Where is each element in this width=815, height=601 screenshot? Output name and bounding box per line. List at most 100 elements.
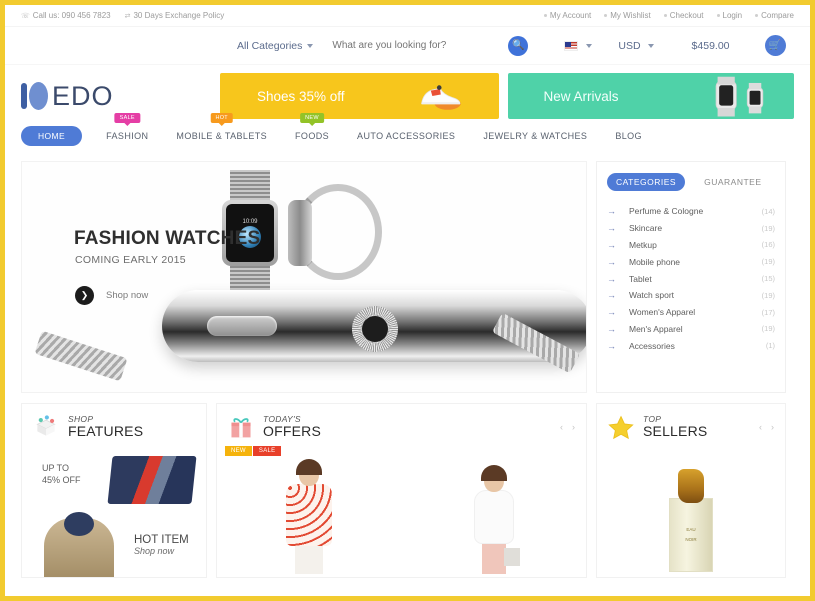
hero-cta-label: Shop now [106, 290, 149, 301]
phone-icon: ☏ [21, 12, 30, 20]
panel-title: OFFERS [263, 423, 321, 440]
nav-item-auto-accessories[interactable]: AUTO ACCESSORIES [357, 125, 455, 147]
category-count: (19) [761, 223, 775, 233]
tag-sale: SALE [252, 446, 282, 456]
category-item-womens-apparel[interactable]: → Women's Apparel (17) [607, 304, 775, 321]
folded-shirts-image [107, 456, 197, 504]
category-count: (17) [761, 307, 775, 317]
arrow-right-icon: → [607, 307, 616, 318]
category-count: (15) [761, 274, 775, 284]
page-root: ☏ Call us: 090 456 7823 ⇄ 30 Days Exchan… [5, 5, 810, 596]
logo-text: EDO [52, 80, 114, 111]
offer-product-2[interactable] [402, 444, 587, 574]
hero-sidebar-row: 10:09 FASHION WATCHES COMING EARLY 2015 … [5, 147, 810, 393]
feature-promo-hot-item[interactable]: HOT ITEM Shop now [22, 512, 206, 577]
promo-banner-new-arrivals[interactable]: New Arrivals [508, 73, 794, 119]
arrow-right-icon: → [607, 223, 616, 234]
categories-sidebar: CATEGORIES GUARANTEE → Perfume & Cologne… [596, 161, 786, 393]
nav-item-fashion[interactable]: SALE FASHION [106, 113, 149, 147]
chevron-left-icon[interactable]: ‹ [560, 422, 563, 432]
topbar-link-my-account[interactable]: My Account [543, 11, 591, 20]
chevron-right-icon[interactable]: › [771, 422, 774, 432]
offer-tags: NEW SALE [225, 446, 282, 456]
hot-item-subtitle: Shop now [134, 546, 175, 556]
top-sellers-panel: TOP SELLERS ‹ › EAU NOIR [596, 403, 786, 578]
tab-guarantee[interactable]: GUARANTEE [695, 173, 770, 191]
currency-selector[interactable]: USD [618, 40, 654, 52]
offer-product-1[interactable]: NEW SALE [217, 444, 402, 574]
todays-offers-titles: TODAY'S OFFERS [263, 415, 321, 439]
edo-circle-logo-icon [21, 82, 48, 110]
nav-item-home[interactable]: HOME [21, 126, 83, 146]
chevron-left-icon[interactable]: ‹ [759, 422, 762, 432]
all-categories-dropdown[interactable]: All Categories [237, 39, 314, 52]
tab-categories[interactable]: CATEGORIES [607, 173, 686, 191]
exchange-icon: ⇄ [124, 12, 131, 20]
category-item-tablet[interactable]: → Tablet (15) [607, 270, 775, 287]
exchange-policy-info: ⇄ 30 Days Exchange Policy [125, 11, 225, 20]
topbar-link-my-wishlist[interactable]: My Wishlist [604, 11, 651, 20]
feature-promo-discount[interactable]: UP TO 45% OFF [22, 448, 206, 514]
nav-badge-new: NEW [300, 113, 324, 126]
category-item-accessories[interactable]: → Accessories (1) [607, 337, 775, 354]
gift-box-icon [231, 418, 251, 438]
chevron-right-icon[interactable]: › [572, 422, 575, 432]
language-selector[interactable] [564, 40, 593, 51]
link-label: My Wishlist [610, 11, 651, 20]
browser-page-frame: ☏ Call us: 090 456 7823 ⇄ 30 Days Exchan… [0, 0, 815, 601]
hero-slider[interactable]: 10:09 FASHION WATCHES COMING EARLY 2015 … [21, 161, 587, 393]
search-input[interactable] [332, 40, 503, 51]
todays-offers-panel: TODAY'S OFFERS ‹ › NEW SALE [216, 403, 587, 578]
site-logo[interactable]: EDO [21, 81, 220, 112]
topbar-link-login[interactable]: Login [716, 11, 742, 20]
cart-button[interactable]: 🛒 [764, 35, 786, 56]
search-icon: 🔍 [512, 40, 525, 51]
nav-item-blog[interactable]: BLOG [615, 125, 642, 147]
arrow-right-icon: → [607, 273, 616, 284]
category-label: Watch sport [629, 290, 675, 301]
banner-title: New Arrivals [543, 88, 619, 104]
category-count: (19) [761, 290, 775, 300]
hero-shop-now-button[interactable]: ❯ Shop now [75, 286, 148, 305]
brand-banner-row: EDO Shoes 35% off New Arrivals [5, 65, 810, 119]
bullet-icon [716, 14, 720, 17]
category-item-mens-apparel[interactable]: → Men's Apparel (19) [607, 320, 775, 337]
category-label: Metkup [629, 239, 657, 250]
bullet-icon [604, 14, 608, 17]
shopping-cart-icon: 🛒 [768, 40, 782, 51]
nav-item-mobile-tablets[interactable]: HOT MOBILE & TABLETS [176, 113, 267, 147]
nav-item-jewelry-watches[interactable]: JEWELRY & WATCHES [483, 125, 587, 147]
category-label: Women's Apparel [629, 307, 696, 318]
all-categories-label: All Categories [237, 39, 303, 52]
sneaker-shoe-image [421, 85, 462, 110]
category-count: (16) [761, 240, 775, 250]
category-label: Men's Apparel [629, 323, 683, 334]
nav-badge-sale: SALE [114, 113, 140, 126]
topbar-links: My Account My Wishlist Checkout Login Co… [543, 11, 794, 20]
shop-features-titles: SHOP FEATURES [68, 415, 143, 439]
search-button[interactable]: 🔍 [508, 35, 529, 56]
link-label: Checkout [669, 11, 704, 20]
category-item-metkup[interactable]: → Metkup (16) [607, 237, 775, 254]
tag-new: NEW [225, 446, 252, 456]
category-item-perfume-cologne[interactable]: → Perfume & Cologne (14) [607, 203, 775, 220]
category-item-mobile-phone[interactable]: → Mobile phone (19) [607, 253, 775, 270]
topbar-link-compare[interactable]: Compare [755, 11, 794, 20]
arrow-right-icon: → [607, 239, 616, 250]
category-item-watch-sport[interactable]: → Watch sport (19) [607, 287, 775, 304]
promo-banner-shoes[interactable]: Shoes 35% off [219, 73, 500, 119]
category-count: (14) [761, 206, 775, 216]
chevron-down-icon [647, 43, 654, 48]
category-count: (1) [765, 341, 775, 351]
topbar-link-checkout[interactable]: Checkout [663, 11, 704, 20]
sellers-carousel-controls: ‹ › [759, 422, 774, 432]
top-seller-product[interactable]: EAU NOIR [597, 444, 785, 574]
category-item-skincare[interactable]: → Skincare (19) [607, 220, 775, 237]
call-us-text: Call us: 090 456 7823 [32, 11, 111, 20]
chevron-down-icon [586, 43, 593, 48]
bottle-label-line-2: NOIR [685, 537, 697, 542]
nav-label: FASHION [106, 131, 149, 141]
todays-offers-header: TODAY'S OFFERS ‹ › [217, 404, 586, 444]
nav-item-foods[interactable]: NEW FOODS [295, 113, 329, 147]
promo-line-2: 45% OFF [42, 475, 81, 486]
